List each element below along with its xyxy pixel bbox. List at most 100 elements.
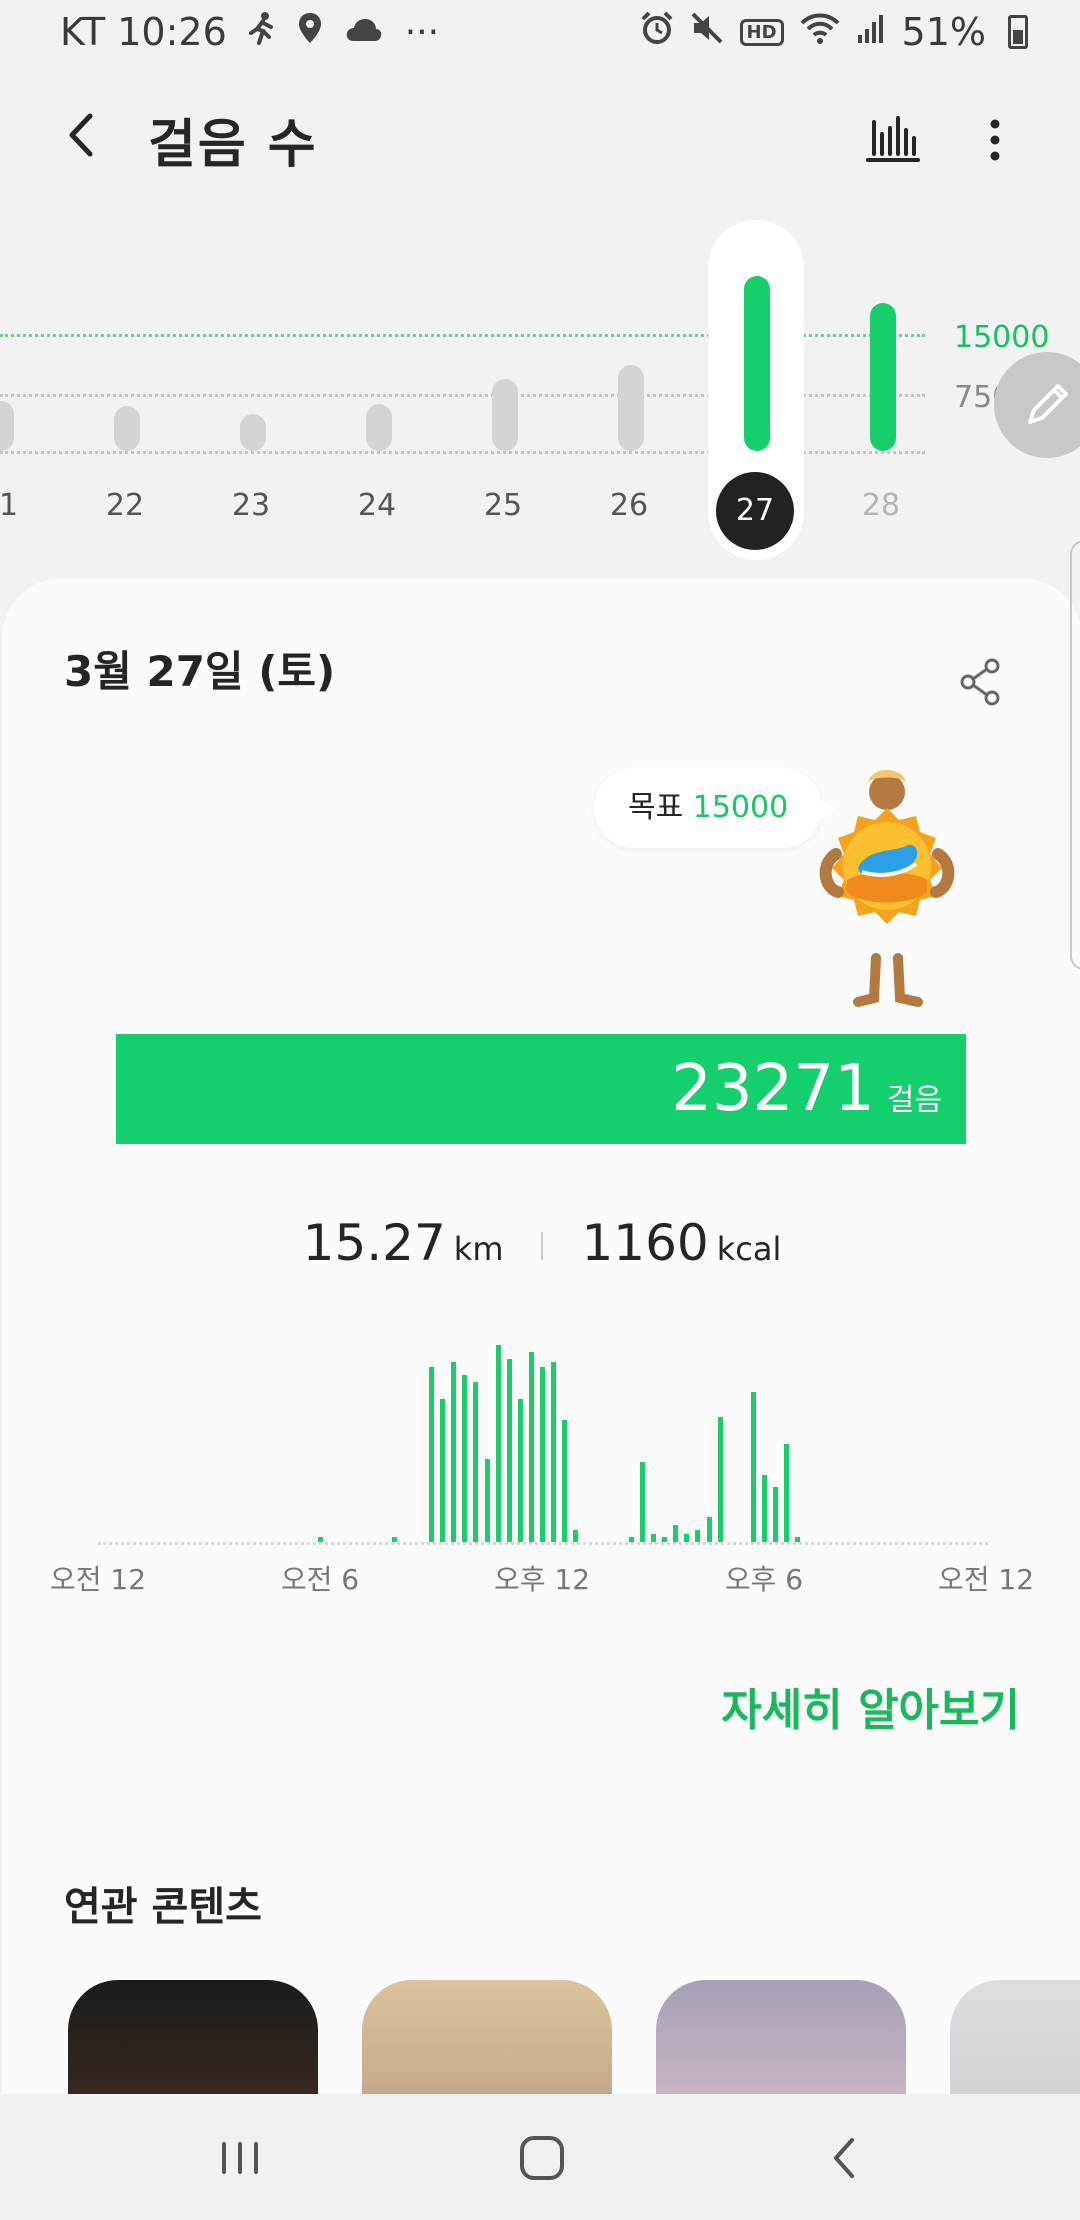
hourly-bar <box>562 1420 568 1542</box>
hourly-bar <box>628 1537 634 1542</box>
navigation-bar <box>0 2094 1080 2220</box>
steps-unit: 걸음 <box>886 1083 942 1118</box>
back-arrow-icon <box>834 2138 854 2178</box>
edit-button[interactable] <box>994 352 1080 458</box>
hourly-bar <box>551 1362 557 1542</box>
stats-divider <box>541 1232 544 1260</box>
share-button[interactable] <box>952 652 1012 712</box>
hourly-bar <box>773 1487 779 1542</box>
recent-apps-icon <box>222 2142 258 2174</box>
nav-back-button[interactable] <box>806 2128 886 2188</box>
hourly-bar <box>506 1358 512 1542</box>
back-button[interactable] <box>50 100 120 170</box>
hourly-bar <box>473 1382 479 1542</box>
calories-value: 1160 <box>581 1214 709 1272</box>
home-button[interactable] <box>502 2128 582 2188</box>
day-label: 27 <box>716 472 794 550</box>
hourly-bar <box>795 1537 801 1542</box>
hourly-bar <box>462 1375 468 1542</box>
pencil-icon <box>1028 384 1068 424</box>
day-steps-bar <box>114 405 140 451</box>
day-label: 25 <box>483 488 523 523</box>
hourly-steps-chart: 오전 12 오전 6 오후 12 오후 6 오전 12 <box>2 1318 1080 1618</box>
more-vertical-icon <box>990 119 1000 161</box>
hourly-tick-label: 오전 6 <box>280 1563 360 1596</box>
distance-calorie-stats: 15.27 km 1160 kcal <box>2 1214 1080 1272</box>
day-steps-bar <box>366 404 392 451</box>
mute-icon <box>690 11 724 53</box>
day-column-27[interactable]: 27 <box>706 210 804 570</box>
hourly-tick-label: 오후 6 <box>724 1563 804 1596</box>
day-steps-bar <box>870 302 896 451</box>
home-icon <box>520 2136 564 2180</box>
signal-icon <box>856 11 886 53</box>
day-column-25[interactable]: 25 <box>454 210 552 570</box>
selected-date: 3월 27일 (토) <box>64 647 336 696</box>
hourly-bar <box>528 1352 534 1542</box>
trends-button[interactable] <box>860 108 924 172</box>
goal-bubble: 목표 15000 <box>594 768 837 848</box>
hourly-bar <box>484 1458 490 1542</box>
running-icon <box>248 11 275 53</box>
hourly-bar <box>750 1392 756 1542</box>
hourly-bar <box>429 1367 434 1542</box>
side-panel-handle[interactable] <box>1070 540 1080 970</box>
distance-unit: km <box>453 1230 504 1268</box>
related-content-title: 연관 콘텐츠 <box>64 1884 262 1930</box>
day-steps-bar <box>618 365 644 451</box>
battery-icon <box>1008 15 1028 49</box>
hourly-bar <box>695 1530 701 1542</box>
goal-axis-label: 15000 <box>954 320 1050 355</box>
day-steps-bar <box>744 276 770 451</box>
weekly-chart[interactable]: 2122232425262728 15000 7500 <box>0 210 1080 570</box>
day-column-26[interactable]: 26 <box>580 210 678 570</box>
status-carrier-time: KT 10:26 <box>60 10 227 54</box>
day-column-21[interactable]: 21 <box>0 210 48 570</box>
hourly-bar <box>639 1462 645 1542</box>
day-column-22[interactable]: 22 <box>76 210 174 570</box>
distance-value: 15.27 <box>302 1214 446 1272</box>
hourly-tick-label: 오전 12 <box>49 1563 147 1596</box>
day-steps-bar <box>240 413 266 451</box>
related-content-card[interactable] <box>950 1980 1080 2098</box>
hourly-bar <box>540 1367 545 1542</box>
bar-chart-icon <box>866 116 920 162</box>
related-content-card[interactable] <box>656 1980 906 2098</box>
day-label: 23 <box>231 488 271 523</box>
cloud-icon <box>345 13 383 51</box>
hourly-tick-label: 오후 12 <box>493 1563 591 1596</box>
app-bar: 걸음 수 <box>0 90 1080 186</box>
hourly-bar <box>717 1417 723 1542</box>
steps-progress-bar: 23271 걸음 <box>116 1034 966 1144</box>
status-overflow: ··· <box>404 11 440 53</box>
hourly-bar <box>318 1537 323 1542</box>
day-column-24[interactable]: 24 <box>328 210 426 570</box>
more-options-button[interactable] <box>970 108 1020 172</box>
wifi-icon <box>800 11 840 53</box>
day-steps-bar <box>0 401 14 451</box>
day-label: 21 <box>0 488 19 523</box>
hourly-bar <box>392 1537 397 1542</box>
status-left: KT 10:26 ··· <box>60 10 439 54</box>
hourly-bar <box>451 1362 457 1542</box>
day-column-23[interactable]: 23 <box>202 210 300 570</box>
share-icon <box>960 658 1000 706</box>
daily-detail-card: 3월 27일 (토) 목표 15000 23271 걸음 15.27 km 11… <box>2 578 1080 2098</box>
hourly-bar <box>684 1533 690 1542</box>
related-content-card[interactable] <box>362 1980 612 2098</box>
day-column-28[interactable]: 28 <box>832 210 930 570</box>
status-bar: KT 10:26 ··· HD 51% <box>0 0 1080 64</box>
hourly-bar <box>440 1398 446 1542</box>
hourly-bar <box>517 1398 523 1542</box>
goal-prefix: 목표 <box>628 790 684 825</box>
day-label: 22 <box>105 488 145 523</box>
recent-apps-button[interactable] <box>200 2128 280 2188</box>
hourly-bar <box>495 1345 501 1542</box>
steps-value: 23271 <box>671 1052 875 1126</box>
hourly-bar <box>573 1530 579 1542</box>
goal-badge-mascot <box>802 768 972 1008</box>
steps-total: 23271 걸음 <box>671 1052 942 1126</box>
related-content-card[interactable] <box>68 1980 318 2098</box>
learn-more-link[interactable]: 자세히 알아보기 <box>721 1674 1020 1738</box>
day-steps-bar <box>492 379 518 451</box>
